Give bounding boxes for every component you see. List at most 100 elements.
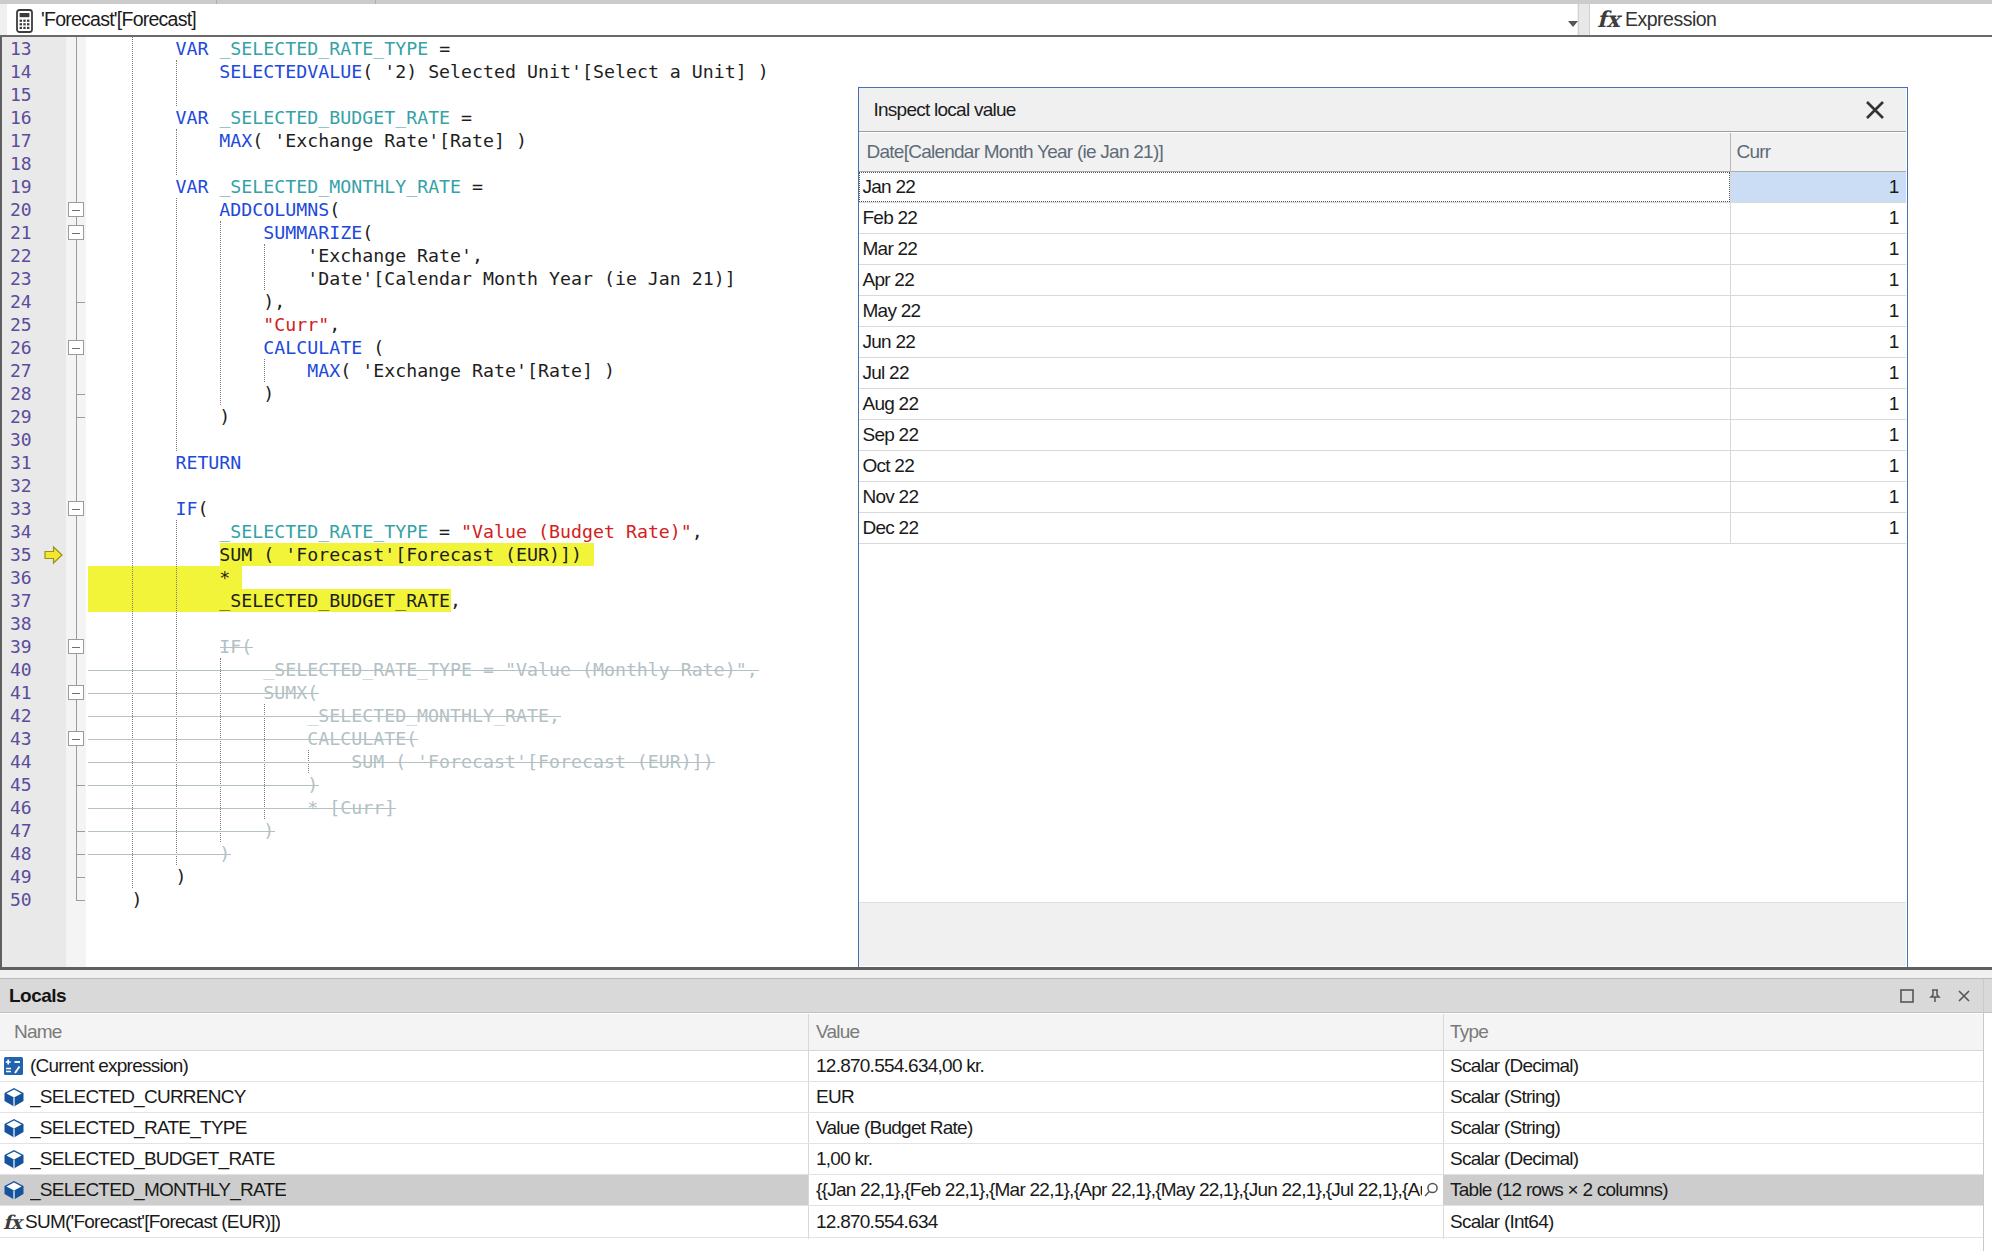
close-icon[interactable]	[1854, 95, 1896, 125]
date-cell[interactable]: Feb 22	[859, 203, 1730, 233]
curr-cell[interactable]: 1	[1730, 482, 1906, 512]
table-row-jan-22[interactable]: Jan 221	[859, 172, 1906, 203]
date-cell[interactable]: Apr 22	[859, 265, 1730, 295]
code-line-13[interactable]: VAR _SELECTED_RATE_TYPE =	[88, 37, 451, 60]
table-row-sep-22[interactable]: Sep 221	[859, 420, 1906, 451]
locals-value-cell[interactable]: EUR	[808, 1082, 1443, 1112]
locals-type-cell[interactable]: Scalar (Decimal)	[1443, 1144, 1983, 1174]
locals-name-cell[interactable]: (Current expression)	[0, 1051, 808, 1081]
code-line-14[interactable]: SELECTEDVALUE( '2) Selected Unit'[Select…	[88, 60, 769, 83]
locals-value-cell[interactable]: 12.870.554.634,00 kr.	[808, 1051, 1443, 1081]
dialog-table-header[interactable]: Date[Calendar Month Year (ie Jan 21)] Cu…	[859, 133, 1906, 172]
fold-collapse-box[interactable]	[68, 202, 84, 217]
date-cell[interactable]: Mar 22	[859, 234, 1730, 264]
code-line-22[interactable]: 'Exchange Rate',	[88, 244, 484, 267]
magnifier-icon[interactable]	[1422, 1181, 1440, 1199]
locals-value-cell[interactable]: Value (Budget Rate)	[808, 1113, 1443, 1143]
code-line-36[interactable]: *	[88, 566, 231, 589]
locals-row-6[interactable]: fxSUM('Forecast'[Forecast (EUR)])12.870.…	[0, 1207, 1983, 1238]
fold-collapse-box[interactable]	[68, 225, 84, 240]
locals-name-cell[interactable]: _SELECTED_MONTHLY_RATE	[0, 1175, 808, 1205]
curr-cell[interactable]: 1	[1730, 172, 1906, 202]
fold-collapse-box[interactable]	[68, 685, 84, 700]
column-header-curr[interactable]: Curr	[1737, 133, 1897, 170]
date-cell[interactable]: Dec 22	[859, 513, 1730, 543]
locals-name-cell[interactable]: fxSUM('Forecast'[Forecast (EUR)])	[0, 1207, 808, 1237]
code-line-20[interactable]: ADDCOLUMNS(	[88, 198, 341, 221]
locals-row-1[interactable]: (Current expression)12.870.554.634,00 kr…	[0, 1051, 1983, 1082]
code-line-17[interactable]: MAX( 'Exchange Rate'[Rate] )	[88, 129, 528, 152]
locals-value-cell[interactable]: {{Jan 22,1},{Feb 22,1},{Mar 22,1},{Apr 2…	[808, 1175, 1443, 1205]
locals-header-type[interactable]: Type	[1450, 1014, 1488, 1050]
locals-type-cell[interactable]: Table (12 rows × 2 columns)	[1443, 1175, 1983, 1205]
code-line-49[interactable]: )	[88, 865, 187, 888]
locals-value-cell[interactable]: 12.870.554.634	[808, 1207, 1443, 1237]
column-header-date[interactable]: Date[Calendar Month Year (ie Jan 21)]	[867, 133, 1723, 170]
table-row-jun-22[interactable]: Jun 221	[859, 327, 1906, 358]
locals-type-cell[interactable]: Scalar (String)	[1443, 1082, 1983, 1112]
code-line-35[interactable]: SUM ( 'Forecast'[Forecast (EUR)])	[88, 543, 582, 566]
table-row-jul-22[interactable]: Jul 221	[859, 358, 1906, 389]
code-line-19[interactable]: VAR _SELECTED_MONTHLY_RATE =	[88, 175, 484, 198]
locals-name-cell[interactable]: _SELECTED_CURRENCY	[0, 1082, 808, 1112]
code-line-21[interactable]: SUMMARIZE(	[88, 221, 374, 244]
curr-cell[interactable]: 1	[1730, 327, 1906, 357]
fold-collapse-box[interactable]	[68, 340, 84, 355]
code-line-25[interactable]: "Curr",	[88, 313, 341, 336]
close-icon[interactable]	[1956, 988, 1972, 1004]
code-line-33[interactable]: IF(	[88, 497, 209, 520]
date-cell[interactable]: Jan 22	[859, 172, 1730, 202]
date-cell[interactable]: May 22	[859, 296, 1730, 326]
table-row-aug-22[interactable]: Aug 221	[859, 389, 1906, 420]
curr-cell[interactable]: 1	[1730, 513, 1906, 543]
curr-cell[interactable]: 1	[1730, 265, 1906, 295]
code-line-24[interactable]: ),	[88, 290, 286, 313]
date-cell[interactable]: Jun 22	[859, 327, 1730, 357]
code-line-37[interactable]: _SELECTED_BUDGET_RATE,	[88, 589, 462, 612]
table-row-nov-22[interactable]: Nov 221	[859, 482, 1906, 513]
code-line-16[interactable]: VAR _SELECTED_BUDGET_RATE =	[88, 106, 473, 129]
measure-selector-combobox[interactable]: 'Forecast'[Forecast]	[7, 4, 1577, 35]
locals-row-3[interactable]: _SELECTED_RATE_TYPEValue (Budget Rate)Sc…	[0, 1113, 1983, 1144]
code-line-31[interactable]: RETURN	[88, 451, 242, 474]
curr-cell[interactable]: 1	[1730, 420, 1906, 450]
code-line-26[interactable]: CALCULATE (	[88, 336, 385, 359]
locals-name-cell[interactable]: _SELECTED_BUDGET_RATE	[0, 1144, 808, 1174]
locals-title-bar[interactable]: Locals	[0, 979, 1992, 1014]
locals-name-cell[interactable]: _SELECTED_RATE_TYPE	[0, 1113, 808, 1143]
table-row-mar-22[interactable]: Mar 221	[859, 234, 1906, 265]
date-cell[interactable]: Nov 22	[859, 482, 1730, 512]
curr-cell[interactable]: 1	[1730, 296, 1906, 326]
fold-collapse-box[interactable]	[68, 731, 84, 746]
curr-cell[interactable]: 1	[1730, 451, 1906, 481]
date-cell[interactable]: Aug 22	[859, 389, 1730, 419]
code-line-34[interactable]: _SELECTED_RATE_TYPE = "Value (Budget Rat…	[88, 520, 703, 543]
code-line-50[interactable]: )	[88, 888, 143, 911]
table-row-may-22[interactable]: May 221	[859, 296, 1906, 327]
fold-collapse-box[interactable]	[68, 501, 84, 516]
locals-row-2[interactable]: _SELECTED_CURRENCYEURScalar (String)	[0, 1082, 1983, 1113]
curr-cell[interactable]: 1	[1730, 234, 1906, 264]
code-line-28[interactable]: )	[88, 382, 275, 405]
locals-value-cell[interactable]: 1,00 kr.	[808, 1144, 1443, 1174]
pin-icon[interactable]	[1927, 988, 1943, 1004]
date-cell[interactable]: Oct 22	[859, 451, 1730, 481]
curr-cell[interactable]: 1	[1730, 203, 1906, 233]
locals-header-value[interactable]: Value	[816, 1014, 859, 1050]
locals-row-4[interactable]: _SELECTED_BUDGET_RATE1,00 kr.Scalar (Dec…	[0, 1144, 1983, 1175]
locals-row-5[interactable]: _SELECTED_MONTHLY_RATE{{Jan 22,1},{Feb 2…	[0, 1175, 1983, 1206]
table-row-apr-22[interactable]: Apr 221	[859, 265, 1906, 296]
dialog-title-bar[interactable]: Inspect local value	[859, 88, 1906, 133]
locals-type-cell[interactable]: Scalar (Decimal)	[1443, 1051, 1983, 1081]
code-line-23[interactable]: 'Date'[Calendar Month Year (ie Jan 21)]	[88, 267, 736, 290]
locals-column-headers[interactable]: Name Value Type	[0, 1014, 1983, 1051]
table-row-feb-22[interactable]: Feb 221	[859, 203, 1906, 234]
locals-header-name[interactable]: Name	[14, 1014, 62, 1050]
curr-cell[interactable]: 1	[1730, 358, 1906, 388]
date-cell[interactable]: Jul 22	[859, 358, 1730, 388]
maximize-icon[interactable]	[1899, 988, 1915, 1004]
fold-collapse-box[interactable]	[68, 639, 84, 654]
value-table[interactable]: Jan 221Feb 221Mar 221Apr 221May 221Jun 2…	[859, 172, 1906, 902]
table-row-oct-22[interactable]: Oct 221	[859, 451, 1906, 482]
table-row-dec-22[interactable]: Dec 221	[859, 513, 1906, 544]
